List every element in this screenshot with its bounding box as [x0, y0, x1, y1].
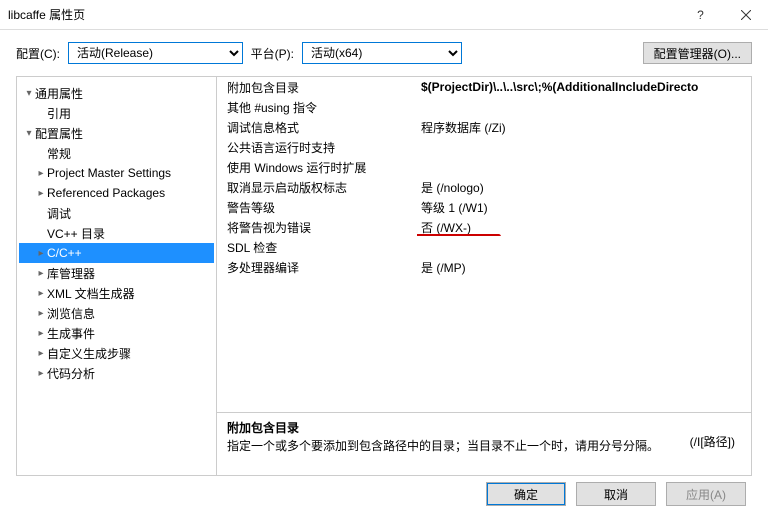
property-name: SDL 检查 — [217, 239, 417, 256]
config-manager-button[interactable]: 配置管理器(O)... — [643, 42, 752, 64]
property-value[interactable]: $(ProjectDir)\..\..\src\;%(AdditionalInc… — [417, 80, 751, 94]
tree-item[interactable]: ▸生成事件 — [19, 323, 214, 343]
config-label: 配置(C): — [16, 45, 60, 62]
chevron-right-icon[interactable]: ▸ — [35, 308, 47, 319]
chevron-down-icon[interactable]: ▾ — [23, 88, 35, 99]
property-name: 使用 Windows 运行时扩展 — [217, 159, 417, 176]
property-row[interactable]: 警告等级等级 1 (/W1) — [217, 197, 751, 217]
tree-item-label: 浏览信息 — [47, 305, 95, 322]
property-value[interactable]: 否 (/WX-) — [417, 219, 751, 236]
tree-item-label: 自定义生成步骤 — [47, 345, 131, 362]
property-name: 附加包含目录 — [217, 79, 417, 96]
ok-button[interactable]: 确定 — [486, 482, 566, 506]
property-name: 将警告视为错误 — [217, 219, 417, 236]
cancel-button[interactable]: 取消 — [576, 482, 656, 506]
nav-tree[interactable]: ▾通用属性引用▾配置属性常规▸Project Master Settings▸R… — [17, 77, 217, 475]
content-pane: 附加包含目录$(ProjectDir)\..\..\src\;%(Additio… — [217, 77, 751, 475]
property-name: 调试信息格式 — [217, 119, 417, 136]
description-title: 附加包含目录 — [227, 419, 741, 436]
tree-item-label: 引用 — [47, 105, 71, 122]
property-row[interactable]: 多处理器编译是 (/MP) — [217, 257, 751, 277]
tree-item-label: 调试 — [47, 205, 71, 222]
tree-item[interactable]: ▸库管理器 — [19, 263, 214, 283]
property-value[interactable]: 程序数据库 (/Zi) — [417, 119, 751, 136]
platform-label: 平台(P): — [251, 45, 294, 62]
chevron-right-icon[interactable]: ▸ — [35, 268, 47, 279]
tree-item[interactable]: ▸XML 文档生成器 — [19, 283, 214, 303]
property-grid[interactable]: 附加包含目录$(ProjectDir)\..\..\src\;%(Additio… — [217, 77, 751, 413]
description-text: 指定一个或多个要添加到包含路径中的目录；当目录不止一个时，请用分号分隔。 — [227, 439, 659, 453]
tree-item[interactable]: 调试 — [19, 203, 214, 223]
description-panel: 附加包含目录 指定一个或多个要添加到包含路径中的目录；当目录不止一个时，请用分号… — [217, 413, 751, 475]
property-row[interactable]: 将警告视为错误否 (/WX-) — [217, 217, 751, 237]
property-name: 多处理器编译 — [217, 259, 417, 276]
tree-item-label: VC++ 目录 — [47, 225, 105, 242]
property-row[interactable]: 取消显示启动版权标志是 (/nologo) — [217, 177, 751, 197]
property-row[interactable]: 使用 Windows 运行时扩展 — [217, 157, 751, 177]
tree-item-label: XML 文档生成器 — [47, 285, 135, 302]
property-name: 其他 #using 指令 — [217, 99, 417, 116]
tree-item-label: 配置属性 — [35, 125, 83, 142]
tree-item-label: Referenced Packages — [47, 186, 165, 200]
tree-item-label: 生成事件 — [47, 325, 95, 342]
platform-dropdown[interactable]: 活动(x64) — [302, 42, 462, 64]
tree-item-label: C/C++ — [47, 246, 82, 260]
tree-item[interactable]: ▸自定义生成步骤 — [19, 343, 214, 363]
tree-item[interactable]: 常规 — [19, 143, 214, 163]
tree-item[interactable]: VC++ 目录 — [19, 223, 214, 243]
tree-item[interactable]: ▾配置属性 — [19, 123, 214, 143]
close-icon[interactable] — [723, 0, 768, 30]
property-row[interactable]: 公共语言运行时支持 — [217, 137, 751, 157]
property-name: 公共语言运行时支持 — [217, 139, 417, 156]
dialog-buttons: 确定 取消 应用(A) — [486, 482, 746, 506]
description-hint: (/I[路径]) — [690, 433, 735, 450]
help-icon[interactable]: ? — [678, 0, 723, 30]
property-value[interactable]: 是 (/MP) — [417, 259, 751, 276]
chevron-right-icon[interactable]: ▸ — [35, 168, 47, 179]
tree-item-label: 常规 — [47, 145, 71, 162]
chevron-right-icon[interactable]: ▸ — [35, 368, 47, 379]
chevron-right-icon[interactable]: ▸ — [35, 188, 47, 199]
tree-item-label: Project Master Settings — [47, 166, 171, 180]
window-title: libcaffe 属性页 — [8, 6, 678, 23]
tree-item-label: 代码分析 — [47, 365, 95, 382]
property-row[interactable]: 附加包含目录$(ProjectDir)\..\..\src\;%(Additio… — [217, 77, 751, 97]
property-value[interactable]: 是 (/nologo) — [417, 179, 751, 196]
property-name: 取消显示启动版权标志 — [217, 179, 417, 196]
property-value[interactable]: 等级 1 (/W1) — [417, 199, 751, 216]
chevron-down-icon[interactable]: ▾ — [23, 128, 35, 139]
tree-item[interactable]: ▾通用属性 — [19, 83, 214, 103]
main-panel: ▾通用属性引用▾配置属性常规▸Project Master Settings▸R… — [16, 76, 752, 476]
titlebar: libcaffe 属性页 ? — [0, 0, 768, 30]
property-name: 警告等级 — [217, 199, 417, 216]
tree-item[interactable]: ▸Project Master Settings — [19, 163, 214, 183]
chevron-right-icon[interactable]: ▸ — [35, 288, 47, 299]
property-row[interactable]: 调试信息格式程序数据库 (/Zi) — [217, 117, 751, 137]
property-row[interactable]: SDL 检查 — [217, 237, 751, 257]
apply-button[interactable]: 应用(A) — [666, 482, 746, 506]
chevron-right-icon[interactable]: ▸ — [35, 328, 47, 339]
tree-item-label: 库管理器 — [47, 265, 95, 282]
config-dropdown[interactable]: 活动(Release) — [68, 42, 243, 64]
tree-item[interactable]: ▸Referenced Packages — [19, 183, 214, 203]
tree-item-label: 通用属性 — [35, 85, 83, 102]
tree-item[interactable]: ▸代码分析 — [19, 363, 214, 383]
tree-item[interactable]: ▸浏览信息 — [19, 303, 214, 323]
tree-item[interactable]: 引用 — [19, 103, 214, 123]
property-row[interactable]: 其他 #using 指令 — [217, 97, 751, 117]
chevron-right-icon[interactable]: ▸ — [35, 248, 47, 259]
chevron-right-icon[interactable]: ▸ — [35, 348, 47, 359]
config-toolbar: 配置(C): 活动(Release) 平台(P): 活动(x64) 配置管理器(… — [0, 30, 768, 76]
tree-item[interactable]: ▸C/C++ — [19, 243, 214, 263]
